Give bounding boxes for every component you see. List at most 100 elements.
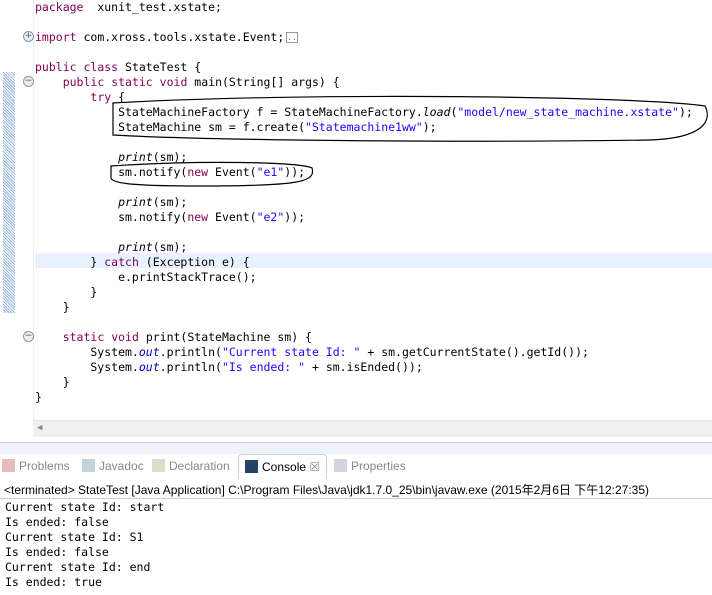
string-token: "Is ended: ": [221, 360, 306, 374]
code-token: .println(: [159, 345, 222, 359]
code-token: com.xross.tools.xstate.Event;: [76, 30, 285, 44]
properties-icon: [334, 459, 347, 472]
keyword-token: public: [35, 60, 77, 74]
code-token: (sm);: [152, 150, 188, 164]
code-token: sm.notify(: [35, 165, 188, 179]
code-token: + sm.getCurrentState().getId());: [360, 345, 589, 359]
code-token: }: [35, 255, 105, 269]
console-line: Current state Id: end: [5, 560, 151, 574]
console-line: Current state Id: S1: [5, 530, 144, 544]
console-line: Is ended: false: [5, 515, 109, 529]
expand-fold-icon[interactable]: +: [23, 31, 34, 42]
keyword-token: static: [111, 75, 153, 89]
code-line: e.printStackTrace();: [35, 270, 257, 285]
tab-properties[interactable]: Properties: [334, 454, 406, 478]
code-line: import com.xross.tools.xstate.Event;..: [35, 30, 298, 45]
horizontal-scrollbar[interactable]: ◀: [33, 420, 712, 437]
keyword-token: public: [62, 75, 105, 89]
collapse-fold-icon[interactable]: −: [23, 331, 34, 342]
code-token: xunit_test.xstate;: [83, 0, 222, 14]
keyword-token: new: [187, 165, 209, 179]
keyword-token: import: [35, 30, 77, 44]
code-token: );: [422, 120, 437, 134]
tab-label: Declaration: [169, 459, 230, 473]
code-token: sm.notify(: [35, 210, 188, 224]
string-token: "Current state Id: ": [221, 345, 361, 359]
code-token: ));: [284, 210, 306, 224]
code-token: }: [35, 390, 42, 404]
tab-label: Javadoc: [99, 459, 144, 473]
code-line: print(sm);: [35, 195, 187, 210]
code-token: );: [678, 105, 693, 119]
keyword-token: new: [187, 210, 209, 224]
code-token: (sm);: [152, 195, 188, 209]
code-token: + sm.isEnded());: [305, 360, 423, 374]
tab-declaration[interactable]: Declaration: [152, 454, 230, 478]
code-line: }: [35, 390, 42, 405]
code-token: print: [118, 240, 153, 254]
code-token: (Exception e) {: [138, 255, 250, 269]
keyword-token: package: [35, 0, 84, 14]
view-tabs: Problems Javadoc Declaration Console ☒ Prope…: [0, 454, 712, 479]
code-token: e.printStackTrace();: [35, 270, 257, 284]
code-line: }: [35, 375, 70, 390]
code-line: sm.notify(new Event("e1"));: [35, 165, 305, 180]
code-line: print(sm);: [35, 150, 187, 165]
code-line: try {: [35, 90, 125, 105]
string-token: "Statemachine1ww": [305, 120, 423, 134]
code-line: }: [35, 300, 70, 315]
code-line: StateMachineFactory f = StateMachineFact…: [35, 105, 693, 120]
declaration-icon: [152, 459, 165, 472]
gutter-divider: [33, 0, 34, 420]
console-line: Current state Id: start: [5, 500, 165, 514]
code-token: print: [118, 195, 153, 209]
tab-javadoc[interactable]: Javadoc: [82, 454, 144, 478]
console-line: Is ended: true: [5, 575, 102, 589]
collapsed-imports-marker[interactable]: ..: [286, 32, 298, 43]
code-token: }: [35, 285, 98, 299]
code-line: static void print(StateMachine sm) {: [35, 330, 312, 345]
keyword-token: void: [159, 75, 188, 89]
console-icon: [245, 460, 258, 473]
code-token: out: [138, 360, 160, 374]
tab-console[interactable]: Console ☒: [238, 454, 328, 479]
overview-ruler-marker: [3, 72, 15, 313]
code-token: System.: [35, 360, 139, 374]
keyword-token: class: [83, 60, 119, 74]
code-line: System.out.println("Is ended: " + sm.isE…: [35, 360, 423, 375]
code-line: sm.notify(new Event("e2"));: [35, 210, 305, 225]
code-editor[interactable]: + − − package xunit_test.xstate;import c…: [0, 0, 712, 440]
code-line: public static void main(String[] args) {: [35, 75, 340, 90]
tab-problems[interactable]: Problems: [2, 454, 70, 478]
close-icon[interactable]: ☒: [306, 460, 320, 474]
code-line: print(sm);: [35, 240, 187, 255]
code-token: }: [35, 300, 70, 314]
console-divider: [0, 498, 712, 499]
code-token: System.: [35, 345, 139, 359]
code-token: StateTest {: [118, 60, 202, 74]
string-token: "model/new_state_machine.xstate": [457, 105, 679, 119]
code-token: }: [35, 375, 70, 389]
code-token: out: [138, 345, 160, 359]
code-line: System.out.println("Current state Id: " …: [35, 345, 589, 360]
code-token: StateMachineFactory f = StateMachineFact…: [35, 105, 423, 119]
code-line: StateMachine sm = f.create("Statemachine…: [35, 120, 437, 135]
collapse-fold-icon[interactable]: −: [23, 76, 34, 87]
code-token: .println(: [159, 360, 222, 374]
keyword-token: static: [62, 330, 105, 344]
string-token: "e1": [256, 165, 285, 179]
code-token: main(String[] args) {: [187, 75, 340, 89]
scroll-left-icon[interactable]: ◀: [37, 423, 42, 433]
tab-label: Console: [262, 460, 307, 474]
code-line: }: [35, 285, 97, 300]
string-token: "e2": [256, 210, 285, 224]
code-token: ));: [284, 165, 306, 179]
tab-label: Properties: [351, 459, 406, 473]
problems-icon: [2, 459, 15, 472]
